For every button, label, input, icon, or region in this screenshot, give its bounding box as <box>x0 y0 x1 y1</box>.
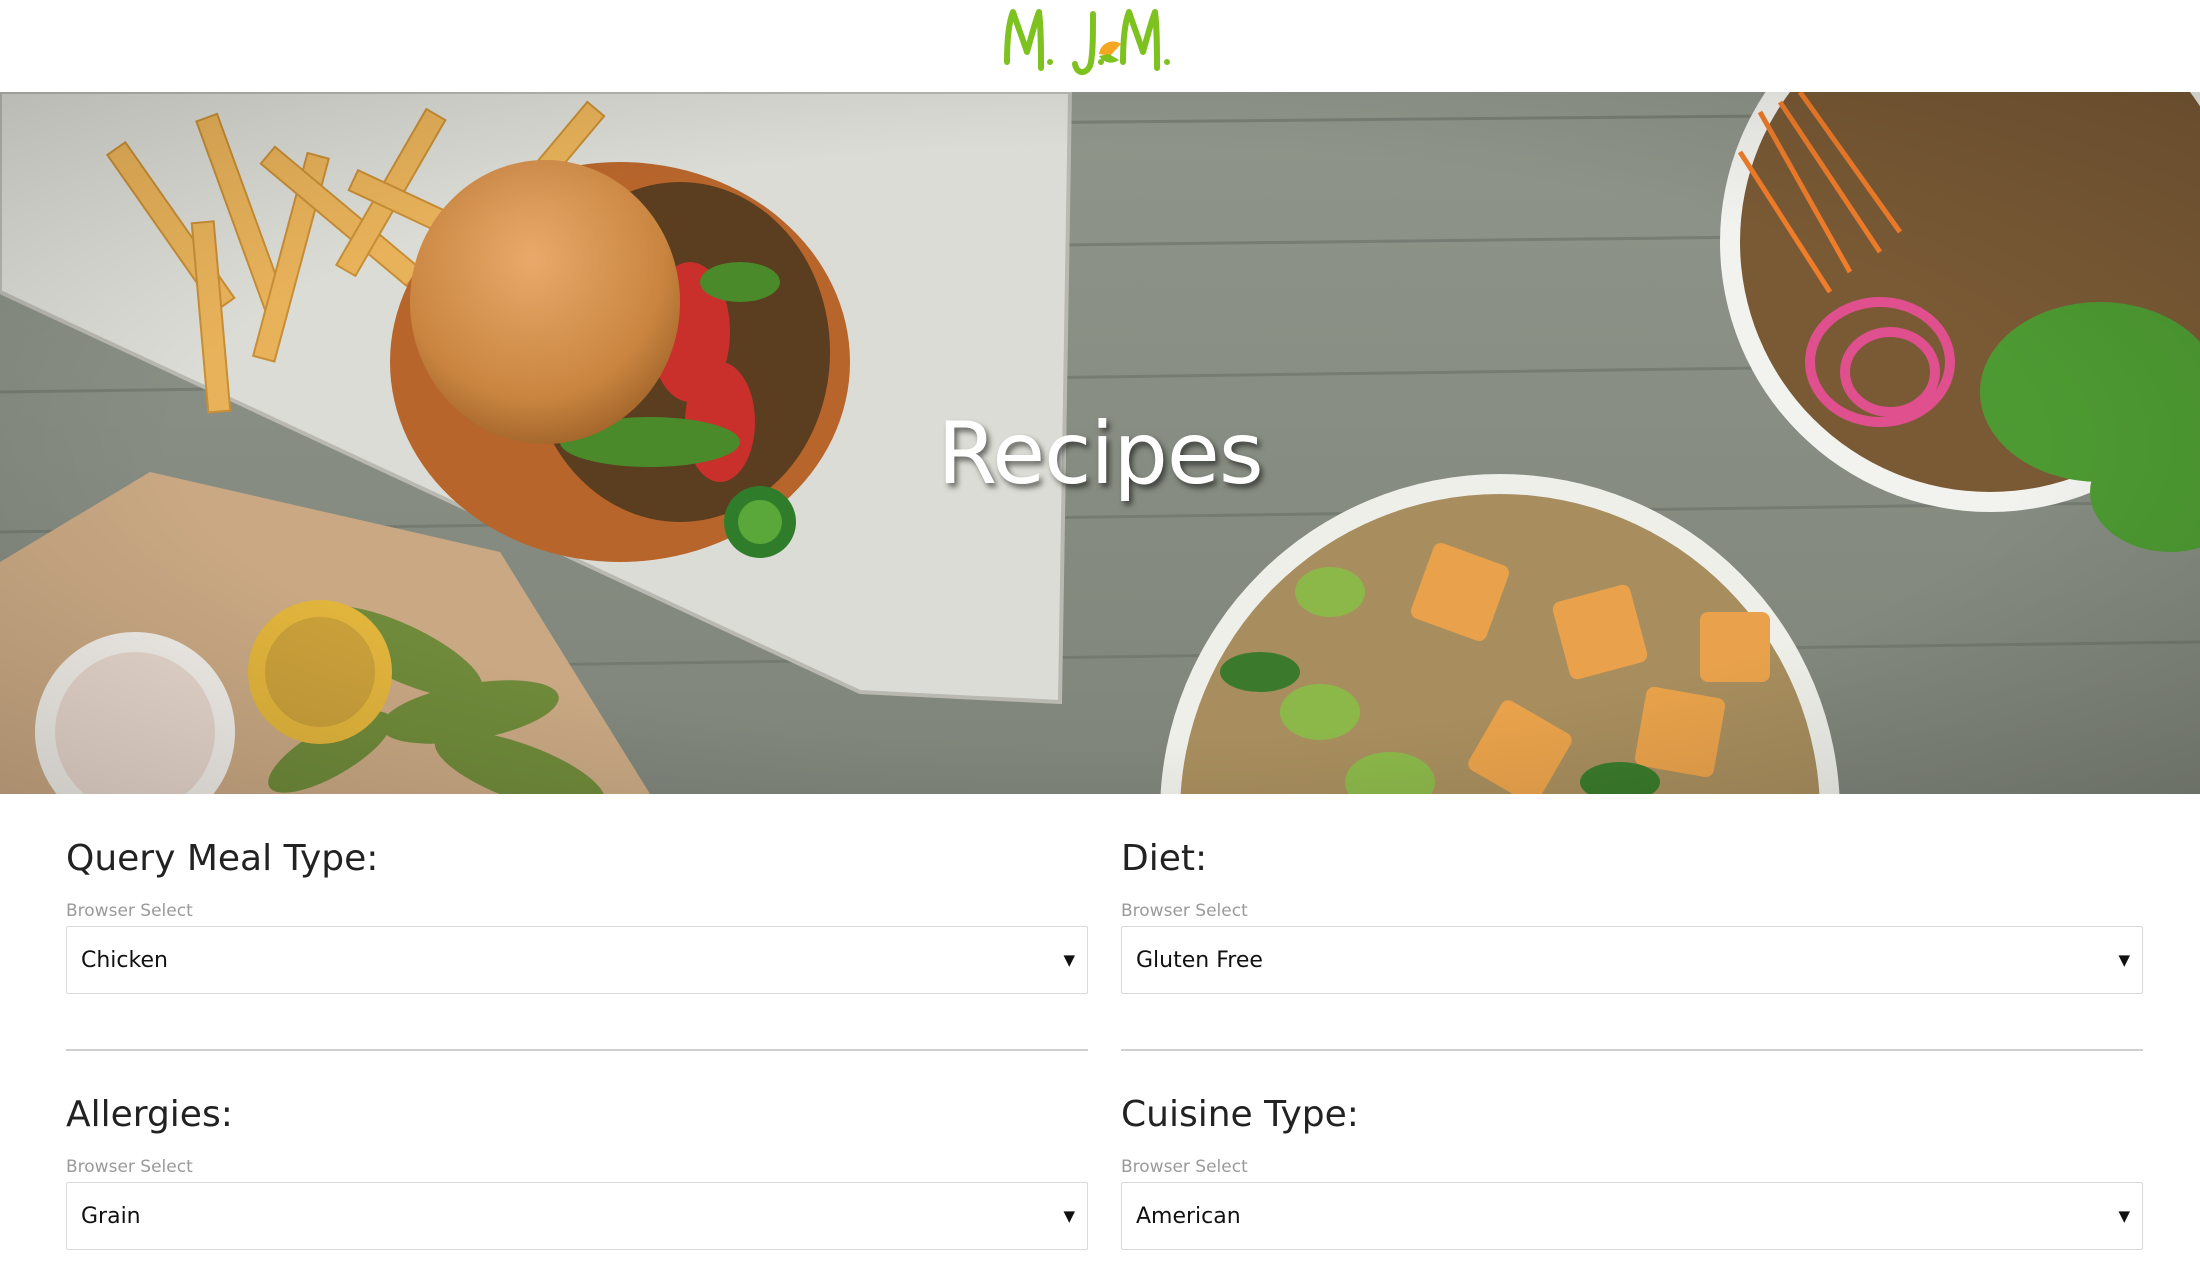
cuisine-type-label: Cuisine Type: <box>1121 1094 1359 1135</box>
site-header <box>0 0 2200 92</box>
divider <box>66 1049 1088 1051</box>
meal-type-selected-value: Chicken <box>81 947 168 973</box>
cuisine-type-filter: Cuisine Type: Browser Select American ▼ <box>1121 1090 2143 1250</box>
site-logo[interactable] <box>995 0 1205 92</box>
triangle-down-icon: ▼ <box>2118 951 2130 969</box>
allergies-filter: Allergies: Browser Select Grain ▼ <box>66 1090 1088 1250</box>
cuisine-type-selected-value: American <box>1136 1203 1241 1229</box>
triangle-down-icon: ▼ <box>1063 951 1075 969</box>
allergies-select[interactable]: Grain ▼ <box>66 1182 1088 1250</box>
page-title: Recipes <box>937 404 1263 504</box>
hero-banner: Recipes <box>0 92 2200 794</box>
allergies-hint: Browser Select <box>66 1157 193 1177</box>
diet-filter: Diet: Browser Select Gluten Free ▼ <box>1121 834 2143 994</box>
meal-type-hint: Browser Select <box>66 901 193 921</box>
divider <box>1121 1049 2143 1051</box>
triangle-down-icon: ▼ <box>1063 1207 1075 1225</box>
triangle-down-icon: ▼ <box>2118 1207 2130 1225</box>
meal-type-filter: Query Meal Type: Browser Select Chicken … <box>66 834 1088 994</box>
diet-label: Diet: <box>1121 838 1208 879</box>
meal-type-select[interactable]: Chicken ▼ <box>66 926 1088 994</box>
cuisine-type-select[interactable]: American ▼ <box>1121 1182 2143 1250</box>
cuisine-type-hint: Browser Select <box>1121 1157 1248 1177</box>
meal-type-label: Query Meal Type: <box>66 838 379 879</box>
recipe-filters: Query Meal Type: Browser Select Chicken … <box>0 794 2200 1262</box>
logo-graphic <box>1004 9 1170 75</box>
allergies-selected-value: Grain <box>81 1203 141 1229</box>
diet-select[interactable]: Gluten Free ▼ <box>1121 926 2143 994</box>
diet-hint: Browser Select <box>1121 901 1248 921</box>
diet-selected-value: Gluten Free <box>1136 947 1263 973</box>
allergies-label: Allergies: <box>66 1094 233 1135</box>
